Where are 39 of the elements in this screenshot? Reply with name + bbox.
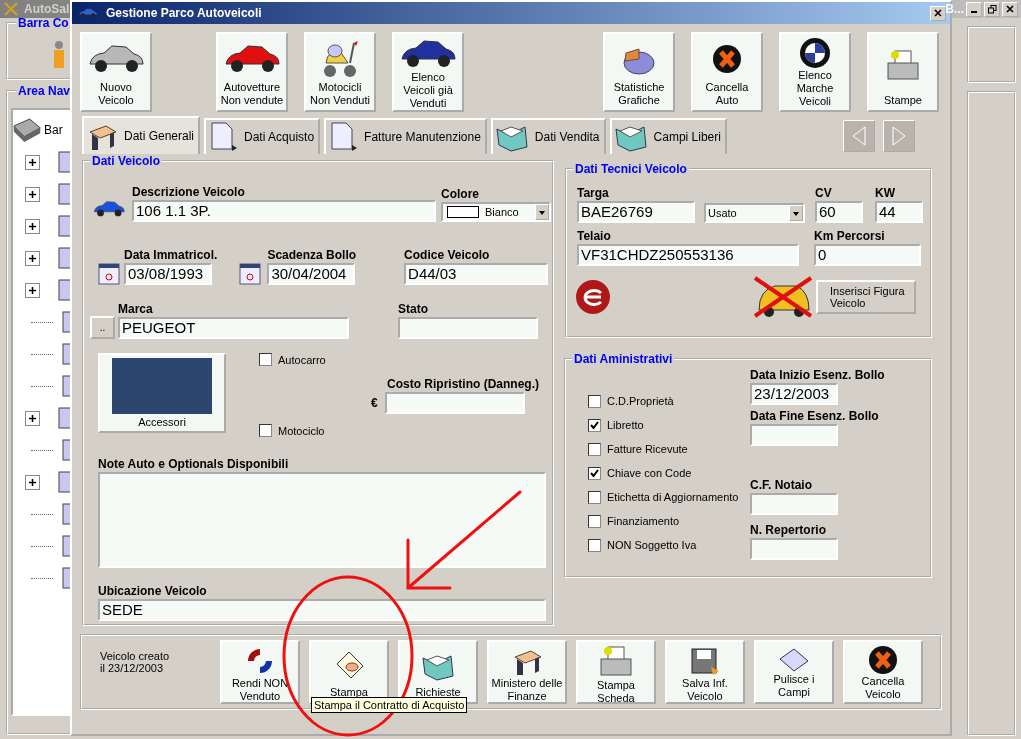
dialog-title: Gestione Parco Autoveicoli — [106, 6, 262, 20]
group-title: Dati Aministrativi — [573, 352, 674, 366]
tooltip: Stampa il Contratto di Acquisto — [311, 697, 468, 713]
field-label: KW — [875, 186, 896, 201]
field-label: Descrizione Veicolo — [132, 185, 246, 200]
field-label: Data Immatricol. — [124, 248, 218, 263]
field-label: Costo Ripristino (Danneg.) — [387, 376, 539, 392]
checkbox-label: C.D.Proprietà — [607, 395, 674, 407]
field-label: Colore — [441, 187, 480, 202]
checkbox-label: Chiave con Code — [607, 467, 692, 479]
checkbox-label: Fatture Ricevute — [607, 443, 688, 455]
checkbox-label: Autocarro — [278, 353, 326, 366]
currency-symbol: € — [371, 395, 378, 410]
checkbox-label: Motociclo — [278, 424, 325, 437]
group-title: Dati Tecnici Veicolo — [574, 162, 688, 176]
checkbox-label: NON Soggetto Iva — [607, 539, 697, 551]
field-label: C.F. Notaio — [750, 478, 813, 493]
field-label: CV — [815, 186, 833, 201]
field-label: Km Percorsi — [814, 229, 886, 244]
field-label: Codice Veicolo — [404, 248, 491, 263]
field-label: Stato — [398, 302, 429, 317]
field-label: N. Repertorio — [750, 523, 827, 538]
checkbox-label: Libretto — [607, 419, 644, 431]
group-title: Area Nav — [16, 84, 70, 98]
field-label: Data Fine Esenz. Bollo — [750, 409, 880, 424]
window-title: AutoSal — [24, 2, 70, 16]
checkbox-label: Finanziamento — [607, 515, 680, 527]
field-label: Ubicazione Veicolo — [98, 584, 208, 599]
field-label: Telaio — [577, 229, 612, 244]
field-label: Note Auto e Optionals Disponibili — [98, 457, 290, 472]
checkbox-label: Etichetta di Aggiornamento — [607, 491, 739, 503]
field-label: Scadenza Bollo — [267, 248, 357, 263]
group-title: Barra Co — [16, 18, 70, 30]
group-title: Dati Veicolo — [91, 154, 162, 168]
window-title: B... — [945, 2, 964, 16]
field-label: Marca — [118, 302, 154, 317]
field-label: Data Inizio Esenz. Bollo — [750, 368, 886, 383]
field-label: Targa — [577, 186, 610, 201]
creation-note: Veicolo creato il 23/12/2003 — [100, 650, 171, 674]
